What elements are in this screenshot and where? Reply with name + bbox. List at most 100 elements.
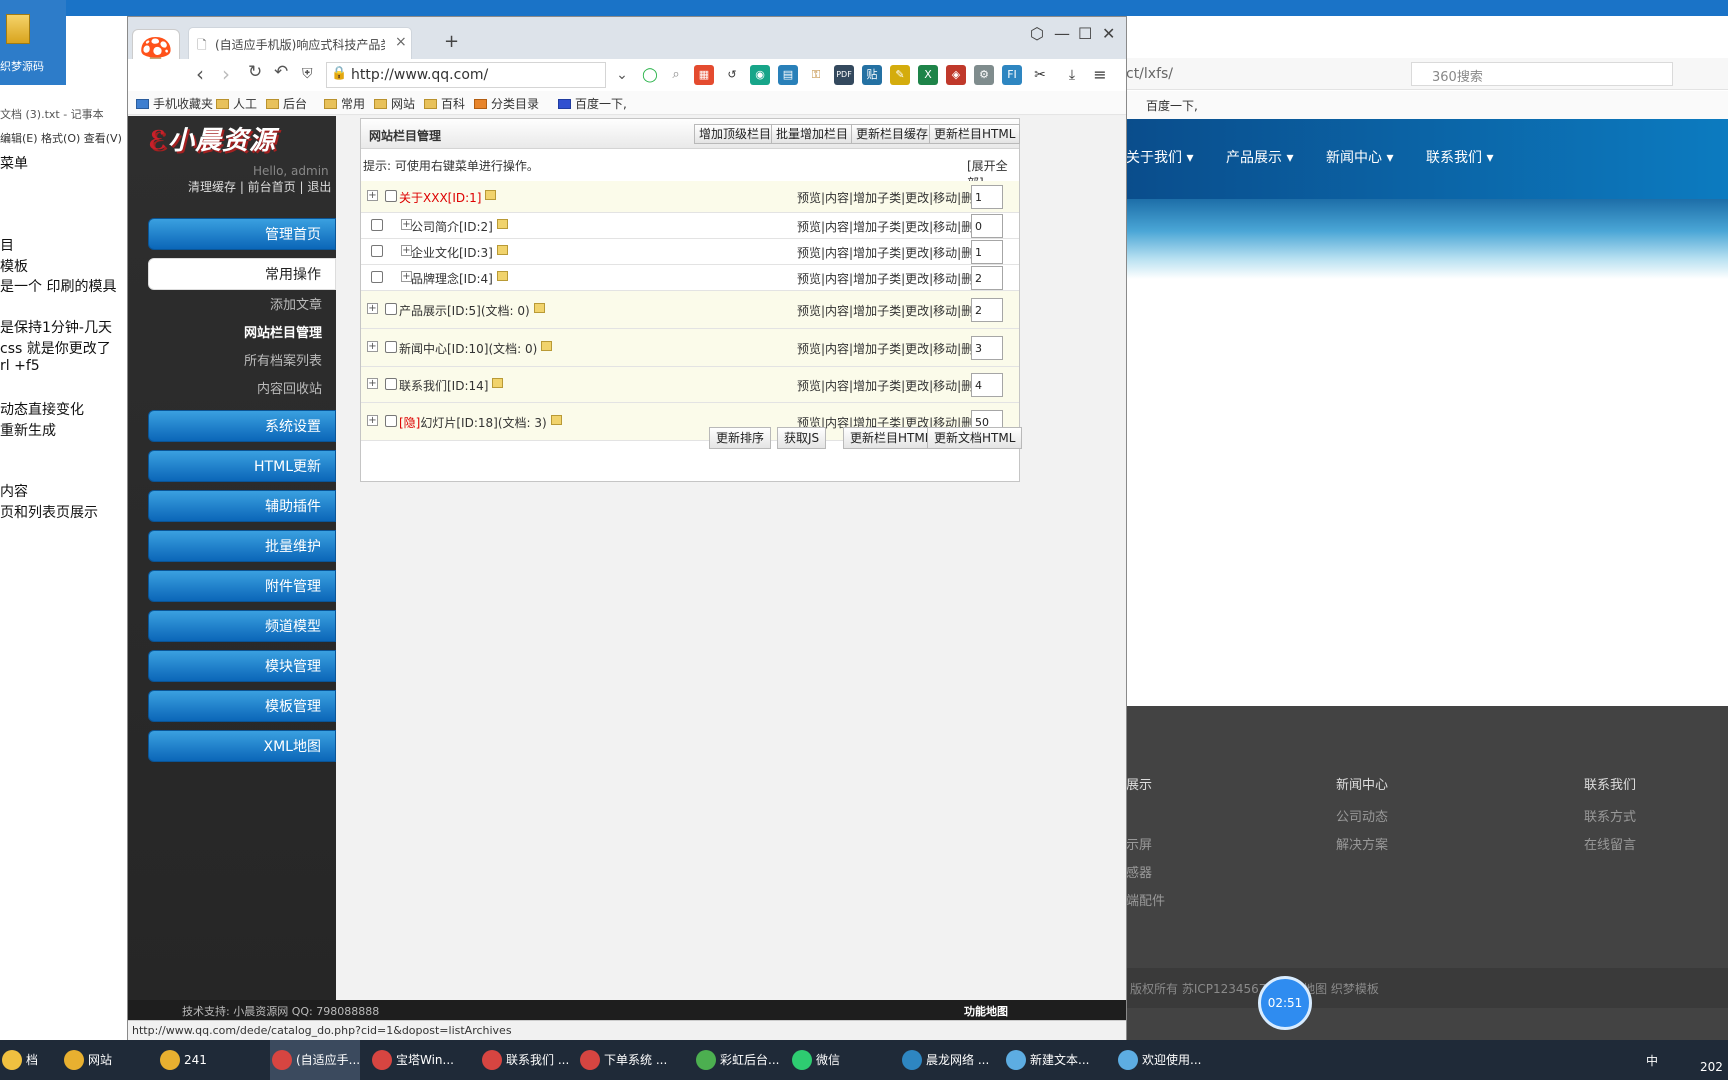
tab-close-icon[interactable]: × [395,34,407,50]
sort-order-input[interactable]: 2 [971,298,1003,322]
ext-icon[interactable]: ◈ [946,65,966,85]
category-name[interactable]: 公司简介[ID:2] [411,218,493,235]
back-icon[interactable]: ‹ [196,62,204,86]
update-order-button[interactable]: 更新排序 [709,427,772,449]
download-icon[interactable]: ⤓ [1062,65,1082,85]
search-engine-icon[interactable]: ◯ [640,65,660,85]
bookmark-folder[interactable]: 网站 [374,95,415,112]
update-category-cache-button[interactable]: 更新栏目缓存 [851,124,934,144]
bookmark-baidu[interactable]: 百度一下, [558,95,627,112]
menu-channel-model[interactable]: 频道模型 [148,610,336,642]
row-checkbox[interactable] [371,271,383,283]
row-checkbox[interactable] [385,190,397,202]
edit-icon[interactable] [492,378,503,388]
footer-link[interactable]: 端配件 [1126,890,1165,909]
submenu-category-manage[interactable]: 网站栏目管理 [244,322,322,341]
menu-templates[interactable]: 模板管理 [148,690,336,722]
expand-icon[interactable]: + [367,303,378,314]
bookmark-folder[interactable]: 常用 [324,95,365,112]
taskbar-item[interactable]: 联系我们 ... [480,1040,569,1080]
category-name[interactable]: 新闻中心[ID:10](文档: 0) [399,340,537,357]
update-category-html-footer-button[interactable]: 更新栏目HTML [843,427,939,449]
pdf-icon[interactable]: PDF [834,65,854,85]
chevron-down-icon[interactable]: ⌄ [612,65,632,85]
function-map-link[interactable]: 功能地图 [964,1003,1008,1019]
excel-icon[interactable]: X [918,65,938,85]
row-actions[interactable]: 预览|内容|增加子类|更改|移动|删除 [797,377,985,394]
paste-icon[interactable]: 贴 [862,65,882,85]
category-name[interactable]: 企业文化[ID:3] [411,244,493,261]
doc-icon[interactable]: ▤ [778,65,798,85]
update-category-html-button[interactable]: 更新栏目HTML [929,124,1021,144]
row-actions[interactable]: 预览|内容|增加子类|更改|移动|删除 [797,302,985,319]
category-name[interactable]: 产品展示[ID:5](文档: 0) [399,302,530,319]
row-actions[interactable]: 预览|内容|增加子类|更改|移动|删除 [797,218,985,235]
expand-icon[interactable]: + [367,378,378,389]
category-name[interactable]: 品牌理念[ID:4] [411,270,493,287]
ime-indicator[interactable]: 中 [1646,1052,1658,1069]
footer-link[interactable]: 感器 [1126,862,1152,881]
forward-icon[interactable]: › [222,62,230,86]
sort-order-input[interactable]: 1 [971,240,1003,264]
row-checkbox[interactable] [371,219,383,231]
expand-icon[interactable]: + [367,341,378,352]
taskbar-item[interactable]: (自适应手... [270,1040,361,1080]
footer-link[interactable]: 示屏 [1126,834,1152,853]
sort-order-input[interactable]: 2 [971,266,1003,290]
taskbar-item[interactable]: 下单系统 ... [578,1040,667,1080]
menu-icon[interactable]: ≡ [1090,65,1110,85]
bookmark-folder[interactable]: 后台 [266,95,307,112]
add-top-category-button[interactable]: 增加顶级栏目 [694,124,777,144]
taskbar-item[interactable]: 微信 [790,1040,840,1080]
menu-admin-home[interactable]: 管理首页 [148,218,336,250]
row-actions[interactable]: 预览|内容|增加子类|更改|移动|删除 [797,270,985,287]
row-checkbox[interactable] [385,303,397,315]
taskbar-item[interactable]: 彩虹后台... [694,1040,779,1080]
row-checkbox[interactable] [385,341,397,353]
address-bar[interactable]: 🔒 http://www.qq.com/ [326,62,606,88]
taskbar-item[interactable]: 欢迎使用... [1116,1040,1201,1080]
fi-icon[interactable]: FI [1002,65,1022,85]
skin-icon[interactable]: ⬡ [1030,24,1044,43]
nav-contact[interactable]: 联系我们 ▾ [1426,147,1493,167]
menu-common-ops[interactable]: 常用操作 [148,258,336,290]
category-name[interactable]: [隐]幻灯片[ID:18](文档: 3) [399,414,547,431]
bg-search-input[interactable]: 360搜索 [1411,62,1673,86]
menu-system-settings[interactable]: 系统设置 [148,410,336,442]
edit-icon[interactable] [497,219,508,229]
minimize-icon[interactable]: — [1054,24,1070,43]
bookmark-directory[interactable]: 分类目录 [474,95,539,112]
taskbar-item[interactable]: 网站 [62,1040,112,1080]
footer-link[interactable]: 在线留言 [1584,834,1636,853]
desktop-file-icon[interactable]: 织梦源码 [0,0,66,85]
get-js-button[interactable]: 获取JS [777,427,827,449]
nav-about[interactable]: 关于我们 ▾ [1126,147,1193,167]
edit-icon[interactable] [534,303,545,313]
bookmark-folder[interactable]: 人工 [216,95,257,112]
undo-icon[interactable]: ↶ [274,62,288,82]
store-icon[interactable]: ◉ [750,65,770,85]
tool-icon[interactable]: ✎ [890,65,910,85]
submenu-add-article[interactable]: 添加文章 [270,294,322,313]
sort-order-input[interactable]: 1 [971,185,1003,209]
update-doc-html-button[interactable]: 更新文档HTML [927,427,1023,449]
bg-url[interactable]: ct/lxfs/ [1126,66,1173,82]
sort-order-input[interactable]: 3 [971,336,1003,360]
footer-link[interactable]: 解决方案 [1336,834,1388,853]
taskbar-item[interactable]: 新建文本... [1004,1040,1089,1080]
menu-plugins[interactable]: 辅助插件 [148,490,336,522]
sort-order-input[interactable]: 0 [971,214,1003,238]
recording-timer[interactable]: 02:51 [1258,976,1312,1030]
row-checkbox[interactable] [385,378,397,390]
gear-icon[interactable]: ⚙ [974,65,994,85]
shield-icon[interactable]: ⛨ [302,66,313,82]
edit-icon[interactable] [497,271,508,281]
batch-add-category-button[interactable]: 批量增加栏目 [771,124,854,144]
submenu-recycle-bin[interactable]: 内容回收站 [257,378,322,397]
search-icon[interactable]: ⌕ [666,65,686,85]
expand-icon[interactable]: + [367,190,378,201]
notepad-menubar[interactable]: 编辑(E) 格式(O) 查看(V) [0,130,122,146]
edit-icon[interactable] [485,190,496,200]
menu-xml-map[interactable]: XML地图 [148,730,336,762]
footer-link[interactable]: 公司动态 [1336,806,1388,825]
